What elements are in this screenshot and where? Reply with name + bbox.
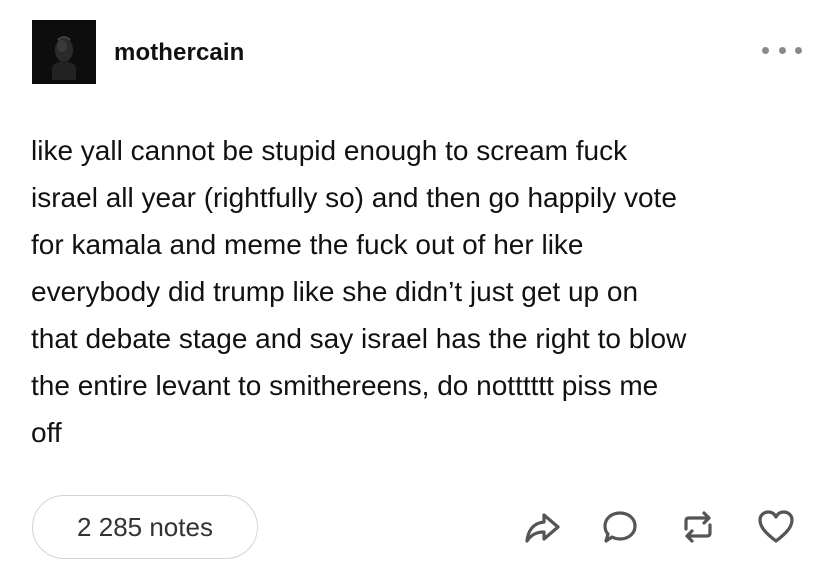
- share-button[interactable]: [522, 507, 562, 547]
- more-icon[interactable]: [762, 44, 802, 56]
- reblog-button[interactable]: [678, 507, 718, 547]
- post-body: like yall cannot be stupid enough to scr…: [31, 135, 687, 448]
- more-dot: [795, 46, 802, 54]
- username-link[interactable]: mothercain: [114, 39, 244, 67]
- share-icon: [525, 513, 560, 543]
- avatar-image: [32, 20, 96, 84]
- post-actions: [520, 507, 796, 549]
- more-dot: [762, 46, 769, 54]
- reply-button[interactable]: [600, 507, 640, 547]
- heart-icon: [758, 510, 794, 543]
- notes-button[interactable]: 2 285 notes: [32, 495, 258, 559]
- reblog-icon: [684, 511, 712, 543]
- avatar[interactable]: [32, 20, 96, 84]
- like-button[interactable]: [756, 507, 796, 547]
- post-header: mothercain: [32, 20, 802, 84]
- more-dot: [778, 46, 786, 54]
- reply-icon: [603, 511, 637, 543]
